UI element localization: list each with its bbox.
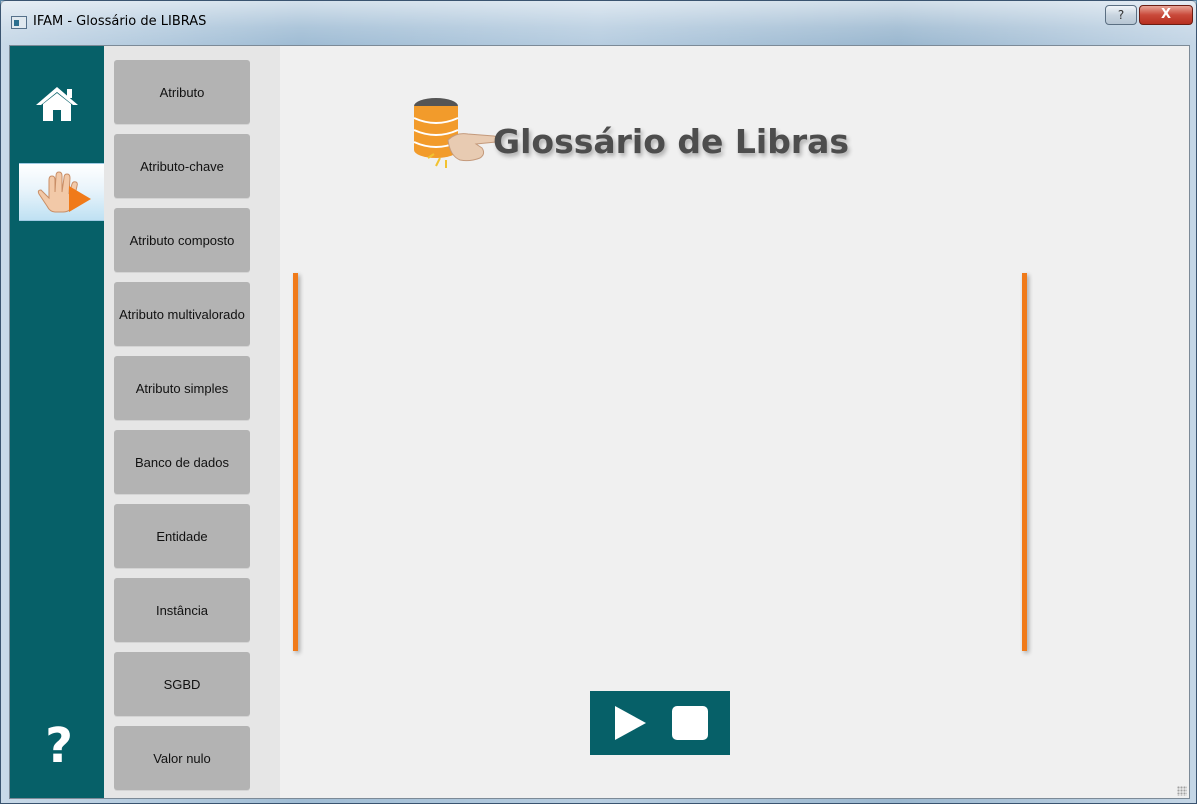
sign-video-area (298, 273, 1022, 651)
title-bar[interactable]: IFAM - Glossário de LIBRAS ? X (1, 1, 1196, 45)
term-button-atributo-simples[interactable]: Atributo simples (114, 356, 250, 420)
term-button-atributo-multivalorado[interactable]: Atributo multivalorado (114, 282, 250, 346)
app-logo (410, 96, 500, 176)
database-hand-icon (413, 98, 499, 168)
play-icon[interactable] (612, 705, 648, 741)
term-button-atributo-chave[interactable]: Atributo-chave (114, 134, 250, 198)
player-controls (590, 691, 730, 755)
close-button[interactable]: X (1139, 5, 1193, 25)
term-button-valor-nulo[interactable]: Valor nulo (114, 726, 250, 790)
term-list: Atributo Atributo-chave Atributo compost… (104, 46, 280, 798)
home-icon (36, 87, 78, 121)
nav-help-button[interactable]: ? (39, 718, 79, 774)
term-button-atributo-composto[interactable]: Atributo composto (114, 208, 250, 272)
resize-grip[interactable] (1177, 786, 1187, 796)
term-button-entidade[interactable]: Entidade (114, 504, 250, 568)
help-button[interactable]: ? (1105, 5, 1137, 25)
window-title: IFAM - Glossário de LIBRAS (33, 14, 207, 29)
term-button-sgbd[interactable]: SGBD (114, 652, 250, 716)
hand-play-icon (37, 171, 91, 213)
app-window: IFAM - Glossário de LIBRAS ? X ? Atribut… (0, 0, 1197, 804)
nav-home-button[interactable] (34, 84, 80, 124)
term-button-atributo[interactable]: Atributo (114, 60, 250, 124)
sidebar-nav: ? (10, 46, 104, 798)
video-frame-right-border (1022, 273, 1027, 651)
client-area: ? Atributo Atributo-chave Atributo compo… (9, 45, 1190, 799)
stop-icon[interactable] (672, 706, 708, 740)
term-button-instancia[interactable]: Instância (114, 578, 250, 642)
app-heading: Glossário de Libras (493, 122, 850, 161)
term-button-banco-de-dados[interactable]: Banco de dados (114, 430, 250, 494)
nav-glossary-button[interactable] (19, 163, 104, 221)
app-window-icon (11, 16, 27, 29)
